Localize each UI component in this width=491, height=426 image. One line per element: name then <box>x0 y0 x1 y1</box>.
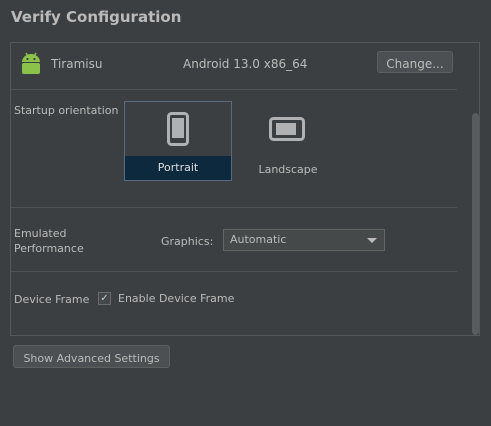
enable-device-frame-label[interactable]: Enable Device Frame <box>118 292 234 305</box>
orientation-landscape-option[interactable]: Landscape <box>247 101 329 181</box>
orientation-portrait-option[interactable]: Portrait <box>124 101 232 181</box>
emulated-performance-label: Emulated Performance <box>14 226 84 256</box>
emulated-performance-line1: Emulated <box>14 227 67 240</box>
portrait-phone-icon <box>167 112 189 150</box>
landscape-phone-icon <box>269 117 305 145</box>
device-frame-label: Device Frame <box>14 293 90 306</box>
divider <box>11 271 457 272</box>
startup-orientation-label: Startup orientation <box>14 104 119 117</box>
system-image-name: Tiramisu <box>51 57 103 71</box>
show-advanced-settings-button[interactable]: Show Advanced Settings <box>13 345 170 368</box>
graphics-label: Graphics: <box>161 235 214 248</box>
landscape-label: Landscape <box>258 163 318 176</box>
checkmark-icon: ✓ <box>100 293 109 304</box>
enable-device-frame-checkbox[interactable]: ✓ <box>98 292 111 305</box>
configuration-panel: Tiramisu Android 13.0 x86_64 Change... S… <box>10 42 480 336</box>
emulated-performance-line2: Performance <box>14 242 84 255</box>
change-system-image-button[interactable]: Change... <box>377 51 453 73</box>
vertical-scrollbar[interactable] <box>470 43 479 335</box>
divider <box>11 207 457 208</box>
graphics-selected-value: Automatic <box>230 233 287 246</box>
system-image-row: Tiramisu Android 13.0 x86_64 Change... <box>11 43 467 87</box>
dialog-title: Verify Configuration <box>11 8 182 26</box>
graphics-dropdown[interactable]: Automatic <box>223 229 385 251</box>
scrollbar-thumb[interactable] <box>472 113 479 335</box>
android-icon <box>20 51 42 75</box>
system-image-description: Android 13.0 x86_64 <box>183 57 308 71</box>
divider <box>11 89 457 90</box>
portrait-label: Portrait <box>125 156 231 180</box>
dropdown-arrow-icon <box>367 238 377 243</box>
